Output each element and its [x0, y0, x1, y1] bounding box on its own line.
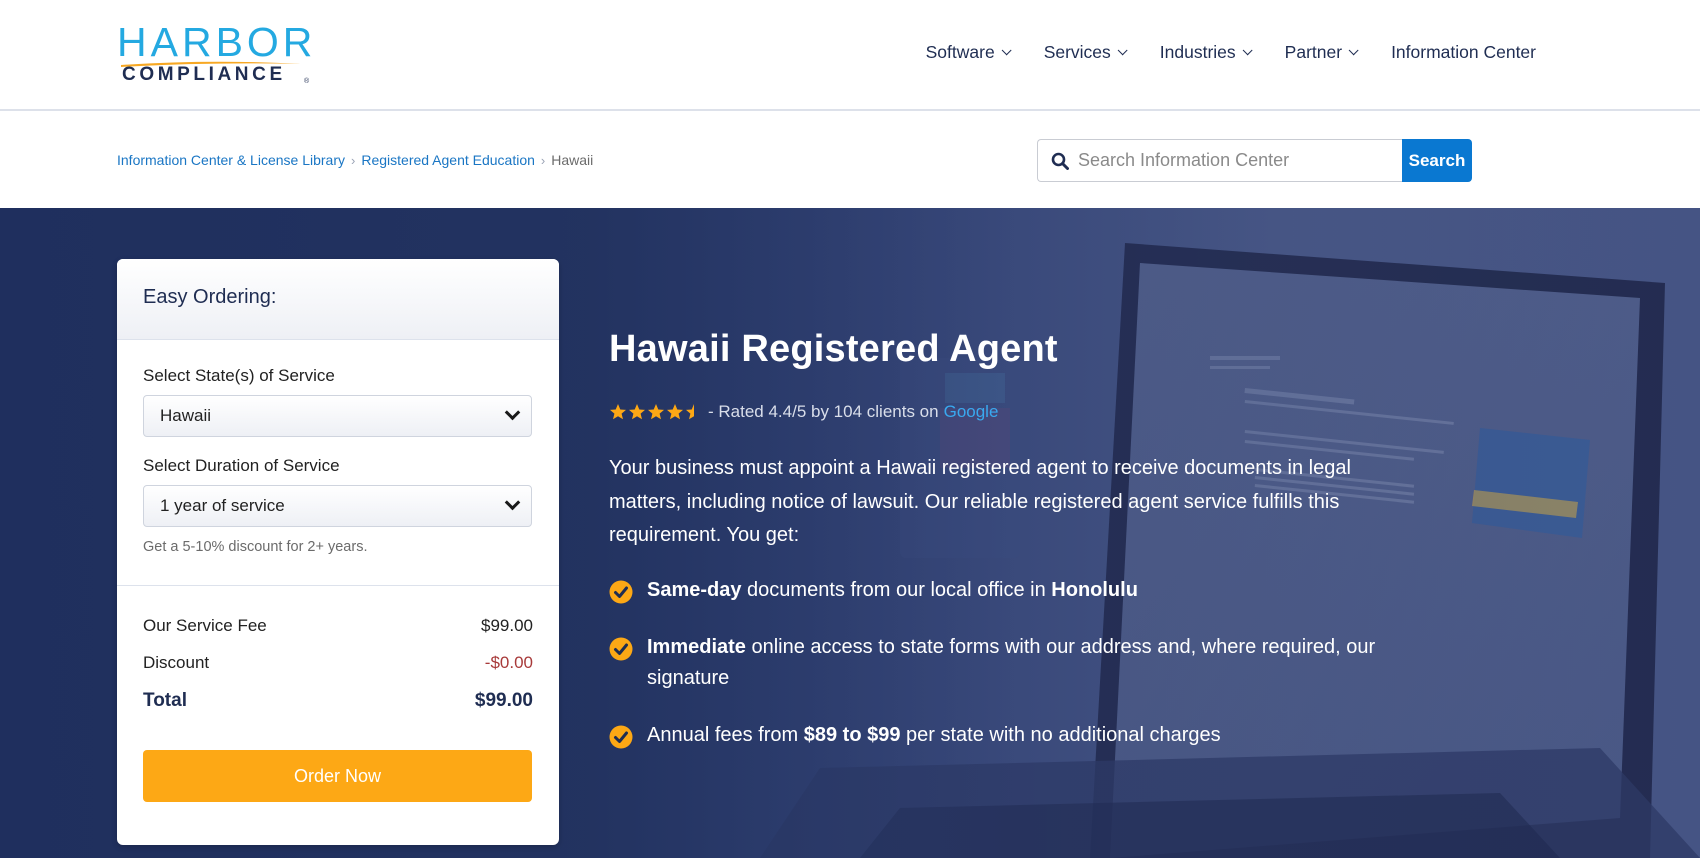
order-card-body: Select State(s) of Service Hawaii Select… [117, 340, 559, 555]
nav-item-label: Services [1043, 42, 1111, 62]
discount-hint: Get a 5-10% discount for 2+ years. [143, 539, 368, 555]
nav-item-label: Software [925, 42, 995, 62]
order-card-header: Easy Ordering: [117, 259, 559, 340]
benefit-text: Annual fees from $89 to $99 per state wi… [647, 724, 1221, 746]
nav-item-label: Information Center [1391, 42, 1536, 62]
nav-item-industries[interactable]: Industries [1159, 42, 1253, 63]
benefit-fragment: documents from our local office in [741, 579, 1052, 601]
order-card-title: Easy Ordering: [143, 286, 277, 308]
fee-row-service: Our Service Fee $99.00 [143, 616, 533, 653]
benefit-item: Annual fees from $89 to $99 per state wi… [609, 720, 1429, 751]
main-nav: Software Services Industries Partner Inf… [890, 42, 1536, 63]
nav-item-services[interactable]: Services [1043, 42, 1128, 63]
check-circle-icon [609, 580, 633, 604]
star-full-icon [629, 404, 645, 420]
state-select[interactable]: Hawaii [143, 395, 532, 437]
chevron-down-icon [504, 494, 521, 511]
star-full-icon [610, 404, 626, 420]
star-full-icon [648, 404, 664, 420]
search-field [1037, 139, 1402, 182]
check-circle-icon [609, 637, 633, 661]
chevron-down-icon [1348, 45, 1359, 56]
chevron-down-icon [504, 404, 521, 421]
duration-select-value: 1 year of service [160, 496, 285, 515]
star-full-icon [667, 404, 683, 420]
hero-description: Your business must appoint a Hawaii regi… [609, 457, 1351, 546]
order-card: Easy Ordering: Select State(s) of Servic… [117, 259, 559, 845]
nav-item-label: Industries [1159, 42, 1236, 62]
breadcrumb: Information Center & License Library › R… [117, 152, 593, 168]
benefit-text: Immediate online access to state forms w… [647, 636, 1375, 689]
fee-row-total: Total $99.00 [143, 690, 533, 730]
fee-value: -$0.00 [484, 653, 533, 672]
benefit-text: Same-day documents from our local office… [647, 579, 1138, 601]
nav-item-partner[interactable]: Partner [1284, 42, 1359, 63]
chevron-down-icon [1117, 45, 1128, 56]
site-header: HARBOR COMPLIANCE ® Software Services In… [0, 0, 1700, 111]
benefit-highlight: Same-day [647, 579, 742, 601]
benefit-fragment: online access to state forms with our ad… [647, 636, 1376, 689]
benefit-highlight: $89 to $99 [803, 724, 901, 746]
order-now-button[interactable]: Order Now [143, 750, 532, 802]
breadcrumb-registered-agent-education[interactable]: Registered Agent Education [361, 152, 535, 168]
fee-label: Our Service Fee [143, 616, 267, 635]
rating-text: - Rated 4.4/5 by 104 clients on [708, 402, 939, 421]
benefit-fragment: per state with no additional charges [900, 724, 1221, 746]
hero-section: Easy Ordering: Select State(s) of Servic… [0, 208, 1700, 858]
state-select-value: Hawaii [160, 406, 212, 425]
page-title: Hawaii Registered Agent [609, 328, 1058, 370]
fee-summary: Our Service Fee $99.00 Discount -$0.00 T… [117, 586, 559, 730]
logo-wordmark-bottom: COMPLIANCE [122, 64, 286, 85]
benefit-item: Immediate online access to state forms w… [609, 632, 1429, 694]
chevron-right-icon: › [540, 152, 546, 168]
nav-item-information-center[interactable]: Information Center [1391, 42, 1536, 63]
chevron-down-icon [1001, 45, 1012, 56]
rating: - Rated 4.4/5 by 104 clients on Google [609, 402, 998, 422]
fee-label: Discount [143, 653, 210, 672]
logo-wordmark-top: HARBOR [117, 19, 317, 65]
search-input[interactable] [1078, 140, 1396, 181]
benefit-highlight: Immediate [647, 636, 746, 658]
google-reviews-link[interactable]: Google [944, 402, 999, 422]
benefits-list: Same-day documents from our local office… [609, 575, 1429, 777]
fee-label: Total [143, 690, 187, 711]
benefit-fragment: Annual fees from [647, 724, 804, 746]
search-icon [1051, 152, 1069, 170]
search-button[interactable]: Search [1402, 139, 1472, 182]
chevron-down-icon [1242, 45, 1253, 56]
nav-item-label: Partner [1284, 42, 1343, 62]
fee-value: $99.00 [481, 616, 533, 635]
star-rating [609, 403, 704, 421]
benefit-item: Same-day documents from our local office… [609, 575, 1429, 606]
star-half-icon [686, 404, 694, 420]
breadcrumb-current: Hawaii [551, 152, 594, 168]
check-circle-icon [609, 725, 633, 749]
search-bar: Search [1037, 139, 1472, 182]
chevron-right-icon: › [351, 152, 356, 168]
state-select-label: Select State(s) of Service [143, 366, 335, 385]
nav-item-software[interactable]: Software [925, 42, 1012, 63]
fee-value: $99.00 [474, 690, 533, 711]
breadcrumb-information-center[interactable]: Information Center & License Library [117, 152, 345, 168]
benefit-highlight: Honolulu [1051, 579, 1138, 601]
duration-select[interactable]: 1 year of service [143, 485, 532, 527]
harbor-compliance-logo[interactable]: HARBOR COMPLIANCE ® [117, 20, 313, 86]
fee-row-discount: Discount -$0.00 [143, 653, 533, 690]
duration-select-label: Select Duration of Service [143, 456, 340, 475]
sub-header: Information Center & License Library › R… [0, 111, 1700, 208]
registered-mark: ® [304, 78, 310, 85]
